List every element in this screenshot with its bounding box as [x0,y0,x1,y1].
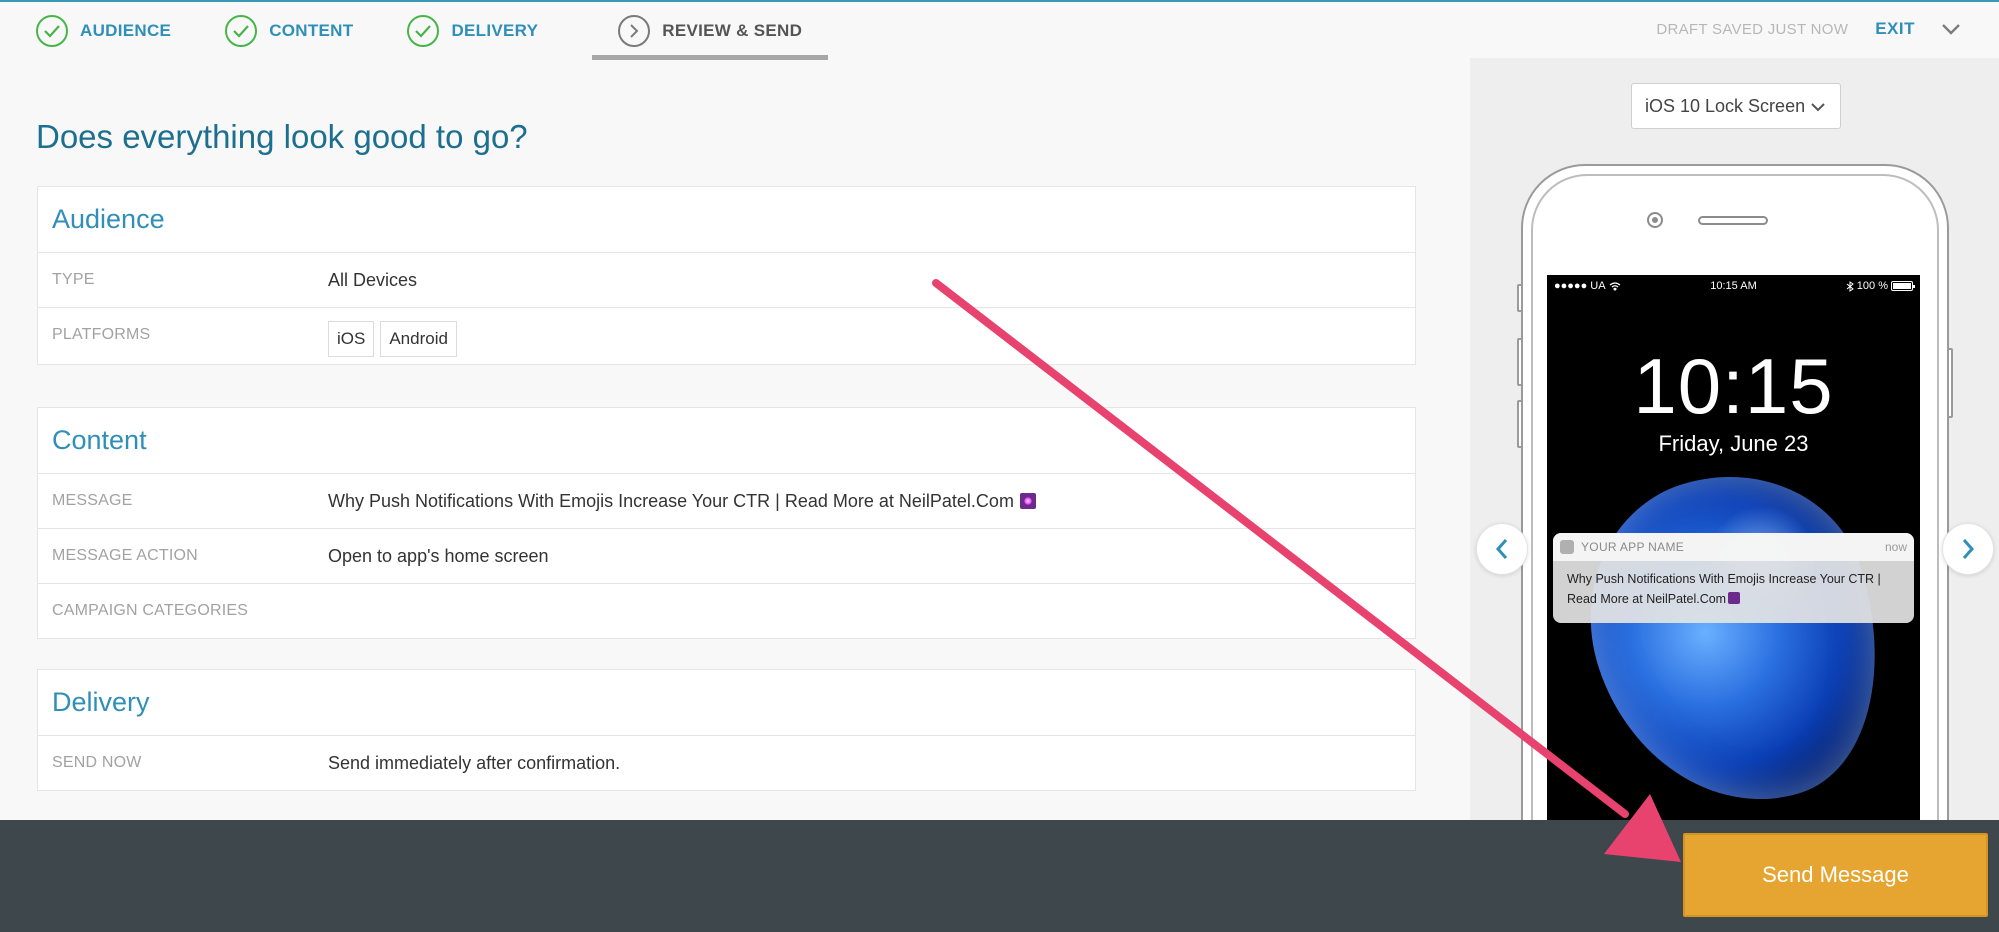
platform-tag-android: Android [380,321,457,357]
speaker-icon [1698,216,1768,225]
notification-text: Why Push Notifications With Emojis Incre… [1567,572,1881,606]
content-message-row: MESSAGE Why Push Notifications With Emoj… [38,474,1415,529]
wizard-steps: AUDIENCE CONTENT DELIVERY REVIEW & SEND [36,2,856,60]
notification-body: Why Push Notifications With Emojis Incre… [1553,561,1914,609]
notification-time: now [1884,540,1907,554]
prev-preview-button[interactable] [1476,523,1528,575]
lock-time: 10:15 [1633,342,1834,430]
message-value: Why Push Notifications With Emojis Incre… [328,491,1036,512]
step-review-send[interactable]: REVIEW & SEND [592,2,829,60]
check-circle-icon [407,15,440,47]
topbar-actions: DRAFT SAVED JUST NOW EXIT [1656,2,1961,56]
platform-tags: iOS Android [328,321,463,357]
device-select[interactable]: iOS 10 Lock Screen [1631,83,1841,129]
page-title: Does everything look good to go? [36,118,528,155]
preview-panel: iOS 10 Lock Screen ●●●●● UA 10:15 AM 100… [1470,58,1999,820]
chevron-right-icon [1962,539,1975,559]
step-audience[interactable]: AUDIENCE [36,2,171,60]
audience-heading: Audience [38,187,1415,253]
type-value: All Devices [328,269,418,290]
check-circle-icon [225,15,258,47]
send-now-label: SEND NOW [52,754,142,771]
delivery-card: Delivery SEND NOW Send immediately after… [37,669,1416,791]
campaign-categories-label: CAMPAIGN CATEGORIES [52,602,249,619]
chevron-down-icon[interactable] [1941,23,1961,35]
chevron-left-icon [1495,539,1508,559]
type-label: TYPE [52,271,95,288]
phone-side-button [1517,338,1523,386]
notification-preview: YOUR APP NAME now Why Push Notifications… [1553,533,1914,623]
chevron-down-icon [1810,96,1826,117]
phone-side-button [1517,284,1523,312]
message-text: Why Push Notifications With Emojis Incre… [328,490,1014,511]
message-action-value: Open to app's home screen [328,545,549,566]
wallpaper-blob [1552,439,1920,820]
content-action-row: MESSAGE ACTION Open to app's home screen [38,529,1415,584]
exit-link[interactable]: EXIT [1875,19,1915,39]
message-label: MESSAGE [52,492,133,509]
app-icon [1560,540,1574,554]
draft-status: DRAFT SAVED JUST NOW [1656,20,1849,38]
notification-header: YOUR APP NAME now [1553,533,1914,561]
battery-icon [1891,281,1915,291]
step-label: DELIVERY [451,21,539,40]
camera-icon [1647,212,1663,228]
send-message-button[interactable]: Send Message [1683,833,1988,917]
step-content[interactable]: CONTENT [225,2,353,60]
chevron-right-circle-icon [618,15,651,47]
delivery-heading: Delivery [38,670,1415,736]
sparkle-emoji-icon [1019,492,1036,509]
platform-tag-ios: iOS [328,321,375,357]
step-label: CONTENT [269,21,354,40]
phone-side-button [1947,348,1953,418]
content-categories-row: CAMPAIGN CATEGORIES [38,584,1415,638]
step-label: AUDIENCE [80,21,172,40]
audience-type-row: TYPE All Devices [38,253,1415,308]
step-label: REVIEW & SEND [662,21,803,40]
phone-side-button [1517,400,1523,448]
status-bar: ●●●●● UA 10:15 AM 100 % [1547,275,1920,297]
delivery-send-now-row: SEND NOW Send immediately after confirma… [38,736,1415,790]
next-preview-button[interactable] [1942,523,1994,575]
notification-app-name: YOUR APP NAME [1581,540,1685,554]
content-heading: Content [38,408,1415,474]
audience-card: Audience TYPE All Devices PLATFORMS iOS A… [37,186,1416,365]
sparkle-emoji-icon [1728,592,1741,604]
notification-app: YOUR APP NAME [1560,540,1684,554]
message-action-label: MESSAGE ACTION [52,547,198,564]
platforms-label: PLATFORMS [52,326,151,343]
lock-date: Friday, June 23 [1658,431,1809,456]
device-select-value: iOS 10 Lock Screen [1645,95,1806,116]
step-delivery[interactable]: DELIVERY [407,2,538,60]
content-card: Content MESSAGE Why Push Notifications W… [37,407,1416,639]
lock-screen: ●●●●● UA 10:15 AM 100 % 10:15 Friday, Ju… [1547,275,1920,820]
send-now-value: Send immediately after confirmation. [328,752,621,773]
audience-platforms-row: PLATFORMS iOS Android [38,308,1415,364]
check-circle-icon [36,15,68,47]
status-time: 10:15 AM [1710,280,1757,292]
